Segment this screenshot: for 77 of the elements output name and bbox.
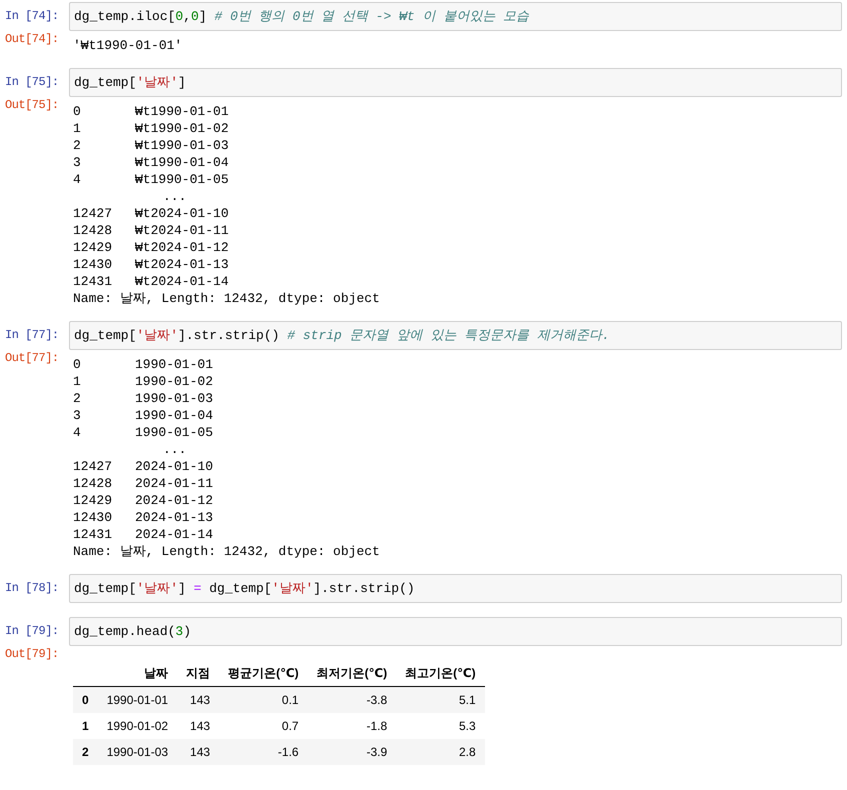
series-index: 12431 xyxy=(73,273,114,290)
table-cell: 5.3 xyxy=(396,713,485,739)
table-cell: -1.8 xyxy=(308,713,396,739)
series-value: 2024-01-11 xyxy=(135,475,214,492)
series-index: 2 xyxy=(73,137,82,154)
series-value: 2024-01-10 xyxy=(135,458,214,475)
series-index: 12431 xyxy=(73,526,114,543)
series-value: ₩t1990-01-05 xyxy=(135,171,229,188)
code-input[interactable]: dg_temp.iloc[0,0] # 0번 행의 0번 열 선택 -> ₩t 이 붙어있는 모습 xyxy=(69,2,842,31)
output-text: '₩t1990-01-01' xyxy=(73,37,184,54)
series-index: 12430 xyxy=(73,256,114,273)
output-prompt: Out[75]: xyxy=(5,97,60,114)
ellipsis: ... xyxy=(162,188,186,205)
table-cell: 1990-01-03 xyxy=(98,739,178,765)
row-index: 0 xyxy=(73,686,98,713)
series-index: 0 xyxy=(73,356,82,373)
series-footer: Name: 날짜, Length: 12432, dtype: object xyxy=(73,290,380,307)
input-prompt: In [77]: xyxy=(5,327,60,344)
series-value: 1990-01-01 xyxy=(135,356,214,373)
series-value: 1990-01-04 xyxy=(135,407,214,424)
series-value: ₩t2024-01-13 xyxy=(135,256,229,273)
input-prompt: In [78]: xyxy=(5,580,60,597)
table-cell: 143 xyxy=(177,713,220,739)
series-index: 12430 xyxy=(73,509,114,526)
series-index: 0 xyxy=(73,103,82,120)
series-value: ₩t1990-01-03 xyxy=(135,137,229,154)
series-value: 2024-01-13 xyxy=(135,509,214,526)
output-prompt: Out[77]: xyxy=(5,350,60,367)
table-cell: 0.7 xyxy=(219,713,308,739)
series-value: ₩t2024-01-10 xyxy=(135,205,229,222)
table-cell: 143 xyxy=(177,686,220,713)
code-input[interactable]: dg_temp['날짜'].str.strip() # strip 문자열 앞에 있는 특정문자를 제거해준다. xyxy=(69,321,842,350)
series-value: ₩t1990-01-02 xyxy=(135,120,229,137)
table-cell: 1990-01-02 xyxy=(98,713,178,739)
table-cell: 0.1 xyxy=(219,686,308,713)
series-value: ₩t2024-01-12 xyxy=(135,239,229,256)
series-index: 2 xyxy=(73,390,82,407)
series-value: 2024-01-14 xyxy=(135,526,214,543)
table-cell: -1.6 xyxy=(219,739,308,765)
series-index: 12427 xyxy=(73,458,114,475)
table-cell: -3.8 xyxy=(308,686,396,713)
code-input[interactable]: dg_temp['날짜'] xyxy=(69,68,842,97)
input-prompt: In [75]: xyxy=(5,74,60,91)
code-input[interactable]: dg_temp.head(3) xyxy=(69,617,842,646)
series-value: ₩t2024-01-14 xyxy=(135,273,229,290)
series-index: 3 xyxy=(73,407,82,424)
series-index: 12429 xyxy=(73,492,114,509)
series-index: 12429 xyxy=(73,239,114,256)
series-value: ₩t2024-01-11 xyxy=(135,222,229,239)
input-prompt: In [74]: xyxy=(5,8,60,25)
table-cell: 5.1 xyxy=(396,686,485,713)
input-prompt: In [79]: xyxy=(5,623,60,640)
series-value: ₩t1990-01-04 xyxy=(135,154,229,171)
ellipsis: ... xyxy=(162,441,186,458)
table-cell: 1990-01-01 xyxy=(98,686,178,713)
series-index: 12427 xyxy=(73,205,114,222)
series-index: 4 xyxy=(73,424,82,441)
series-value: 1990-01-02 xyxy=(135,373,214,390)
series-value: 1990-01-05 xyxy=(135,424,214,441)
output-prompt: Out[74]: xyxy=(5,31,60,48)
series-footer: Name: 날짜, Length: 12432, dtype: object xyxy=(73,543,380,560)
series-index: 4 xyxy=(73,171,82,188)
row-index: 2 xyxy=(73,739,98,765)
series-index: 1 xyxy=(73,120,82,137)
series-value: 2024-01-12 xyxy=(135,492,214,509)
series-index: 1 xyxy=(73,373,82,390)
series-index: 12428 xyxy=(73,222,114,239)
series-value: 1990-01-03 xyxy=(135,390,214,407)
code-input[interactable]: dg_temp['날짜'] = dg_temp['날짜'].str.strip() xyxy=(69,574,842,603)
series-index: 3 xyxy=(73,154,82,171)
series-index: 12428 xyxy=(73,475,114,492)
output-prompt: Out[79]: xyxy=(5,646,60,663)
row-index: 1 xyxy=(73,713,98,739)
table-cell: -3.9 xyxy=(308,739,396,765)
series-value: ₩t1990-01-01 xyxy=(135,103,229,120)
table-cell: 2.8 xyxy=(396,739,485,765)
table-cell: 143 xyxy=(177,739,220,765)
